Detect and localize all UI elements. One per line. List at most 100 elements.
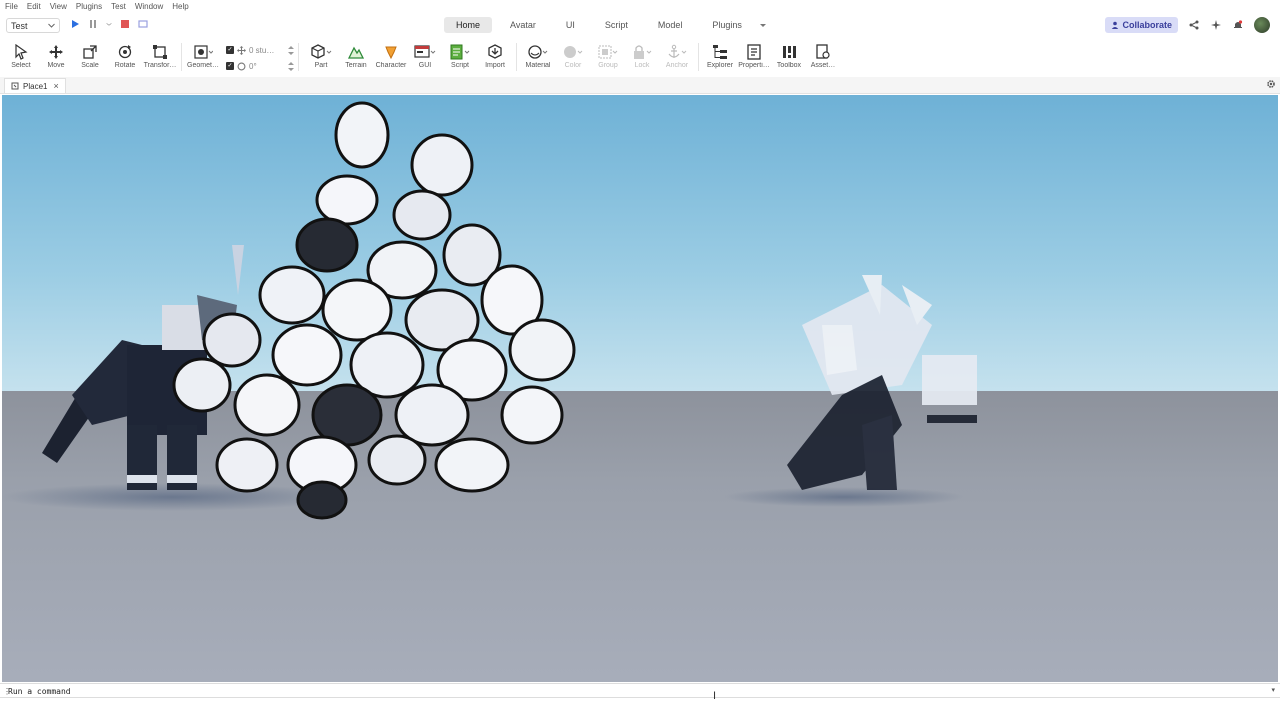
tab-script[interactable]: Script	[593, 17, 640, 33]
stepper-icon[interactable]	[288, 45, 294, 55]
group-button[interactable]: Group	[591, 42, 625, 69]
play-icon[interactable]	[70, 19, 80, 29]
part-button[interactable]: Part	[304, 42, 338, 69]
menu-view[interactable]: View	[50, 2, 67, 11]
toolbar-divider	[181, 43, 182, 71]
rotate-tool-button[interactable]: Rotate	[108, 42, 142, 69]
document-tab-bar: Place1 ×	[0, 77, 1280, 94]
color-circle-icon	[564, 46, 583, 58]
place-dropdown-value: Test	[11, 20, 28, 31]
material-button[interactable]: Material	[521, 42, 555, 69]
avatar[interactable]	[1254, 17, 1270, 33]
move-tool-button[interactable]: Move	[39, 42, 73, 69]
toolbox-button[interactable]: Toolbox	[772, 42, 806, 69]
command-bar: ⋮ ▾	[0, 683, 1280, 698]
menu-edit[interactable]: Edit	[27, 2, 41, 11]
move-arrows-icon	[49, 45, 63, 59]
explorer-tree-icon	[713, 45, 727, 59]
header-actions: Collaborate	[1105, 17, 1270, 33]
asset-manager-button[interactable]: Asset…	[806, 42, 840, 69]
geometry-tool-button[interactable]: Geomet…	[186, 42, 220, 69]
menu-plugins[interactable]: Plugins	[76, 2, 102, 11]
terrain-label: Terrain	[345, 62, 367, 69]
scale-tool-button[interactable]: Scale	[73, 42, 107, 69]
device-emulator-icon[interactable]	[138, 19, 148, 29]
command-input[interactable]	[8, 685, 1263, 697]
group-label: Group	[598, 62, 618, 69]
checkbox-checked-icon[interactable]: ✓	[226, 46, 234, 54]
place-document-icon	[11, 82, 19, 90]
menu-help[interactable]: Help	[172, 2, 188, 11]
toolbar-divider	[698, 43, 699, 71]
tab-model[interactable]: Model	[646, 17, 695, 33]
text-cursor-icon: I	[713, 690, 717, 702]
move-snap-row[interactable]: ✓ 0 stu…	[226, 43, 294, 57]
menu-test[interactable]: Test	[111, 2, 126, 11]
menu-window[interactable]: Window	[135, 2, 163, 11]
menu-file[interactable]: File	[5, 2, 18, 11]
import-label: Import	[485, 62, 505, 69]
geometry-label: Geomet…	[187, 62, 219, 69]
toolbar-divider	[516, 43, 517, 71]
document-tab-label: Place1	[23, 81, 48, 91]
properties-button[interactable]: Properti…	[737, 42, 771, 69]
part-label: Part	[314, 62, 328, 69]
terrain-button[interactable]: Terrain	[339, 42, 373, 69]
properties-icon	[747, 44, 761, 60]
assistant-icon[interactable]	[1210, 19, 1222, 31]
transform-label: Transfor…	[143, 62, 177, 69]
transform-tool-button[interactable]: Transfor…	[143, 42, 177, 69]
chevron-down-icon	[48, 23, 55, 28]
character-button[interactable]: Character	[374, 42, 408, 69]
rotate-snap-icon	[237, 62, 246, 70]
lock-button[interactable]: Lock	[625, 42, 659, 69]
tab-plugins[interactable]: Plugins	[700, 17, 754, 33]
scene-layer	[2, 101, 977, 520]
white-avatar-character[interactable]	[787, 275, 977, 490]
asset-label: Asset…	[810, 62, 836, 69]
tab-ui[interactable]: UI	[554, 17, 587, 33]
import-icon	[488, 44, 502, 59]
tab-avatar[interactable]: Avatar	[498, 17, 548, 33]
explorer-button[interactable]: Explorer	[703, 42, 737, 69]
color-button[interactable]: Color	[556, 42, 590, 69]
rotate-snap-value[interactable]: 0°	[249, 62, 257, 71]
character-icon	[385, 46, 397, 60]
home-toolbar: Select Move Scale Rotate Transfor… Geome…	[0, 39, 1280, 77]
close-icon[interactable]: ×	[53, 81, 58, 91]
toolbox-label: Toolbox	[776, 62, 802, 69]
move-label: Move	[47, 62, 65, 69]
gear-icon[interactable]	[1266, 79, 1276, 92]
rotate-snap-row[interactable]: ✓ 0°	[226, 59, 294, 73]
stop-icon[interactable]	[120, 19, 130, 29]
3d-viewport[interactable]	[2, 95, 1278, 682]
import-button[interactable]: Import	[478, 42, 512, 69]
move-snap-value[interactable]: 0 stu…	[249, 46, 274, 55]
select-tool-button[interactable]: Select	[4, 42, 38, 69]
snap-settings: ✓ 0 stu… ✓ 0°	[226, 43, 294, 73]
pause-icon[interactable]	[88, 19, 98, 29]
chevron-down-icon[interactable]	[759, 23, 766, 28]
stepper-icon[interactable]	[288, 61, 294, 71]
collaborate-button[interactable]: Collaborate	[1105, 17, 1178, 33]
anchor-button[interactable]: Anchor	[660, 42, 694, 69]
gui-button[interactable]: GUI	[408, 42, 442, 69]
anchor-label: Anchor	[665, 62, 689, 69]
cursor-arrow-icon	[15, 44, 28, 60]
anchor-icon	[668, 44, 687, 58]
chevron-down-icon[interactable]	[106, 19, 112, 29]
share-icon[interactable]	[1188, 19, 1200, 31]
color-label: Color	[564, 62, 582, 69]
explorer-label: Explorer	[706, 62, 734, 69]
character-label: Character	[375, 62, 407, 69]
script-button[interactable]: Script	[443, 42, 477, 69]
document-tab-place1[interactable]: Place1 ×	[4, 78, 66, 93]
place-dropdown[interactable]: Test	[6, 18, 60, 33]
tab-home[interactable]: Home	[444, 17, 493, 33]
checkbox-checked-icon[interactable]: ✓	[226, 62, 234, 70]
notification-bell-icon[interactable]	[1232, 19, 1244, 31]
chevron-down-icon[interactable]: ▾	[1271, 686, 1275, 694]
scale-icon	[83, 45, 97, 59]
terrain-mountain-icon	[348, 46, 364, 59]
lock-label: Lock	[634, 62, 650, 69]
